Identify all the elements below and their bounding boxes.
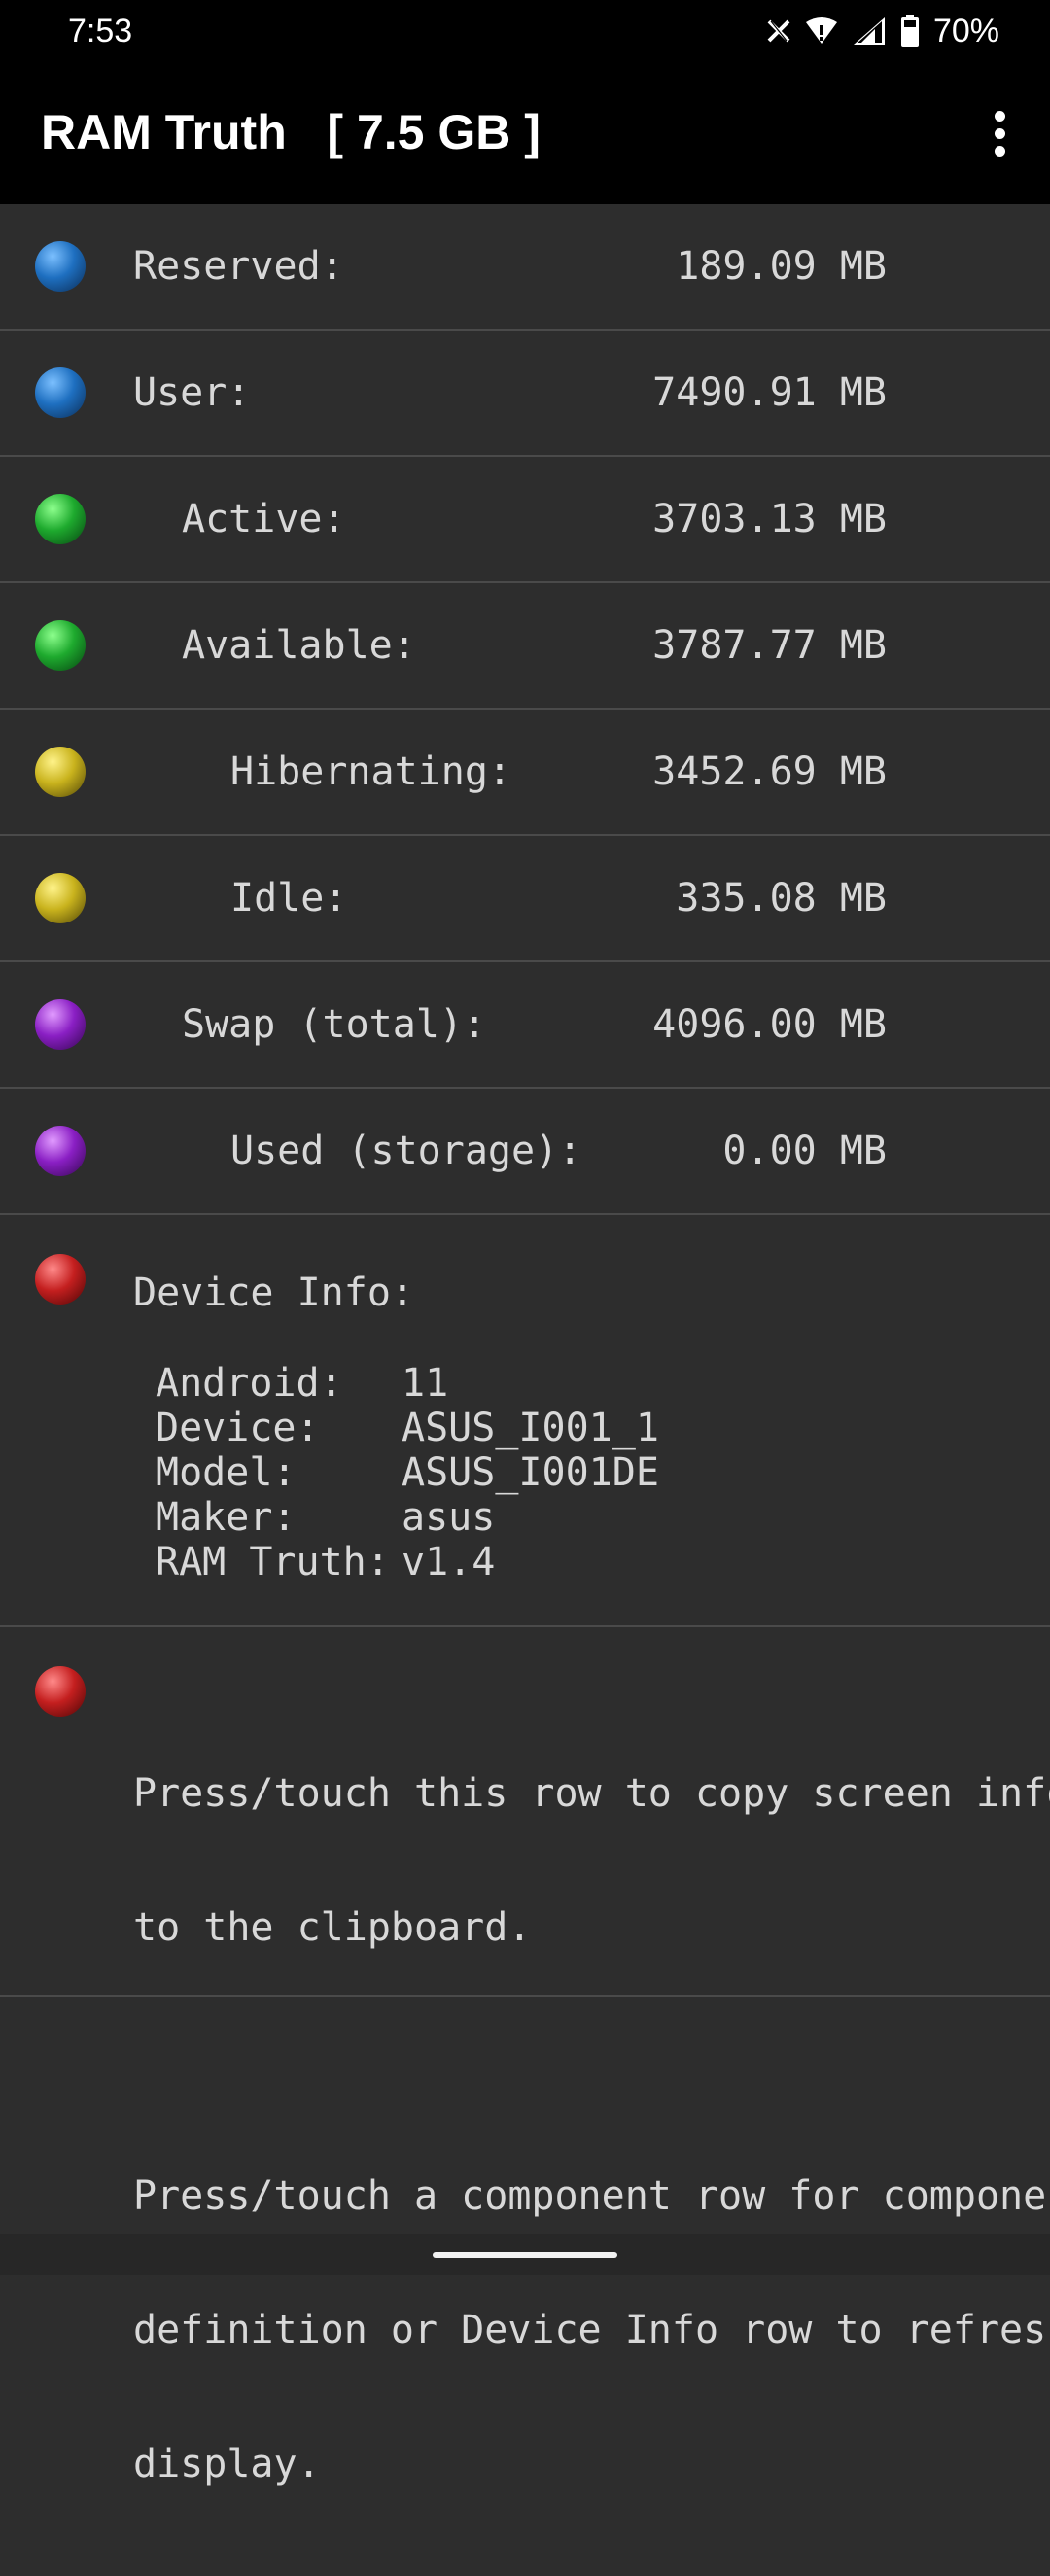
device-info-row[interactable]: Device Info: Android: 11 Device: ASUS_I001… [0, 1215, 1050, 1627]
red-ball-icon [35, 1666, 86, 1717]
green-ball-icon [35, 494, 86, 544]
device-info-value: asus [402, 1495, 496, 1540]
help-row[interactable]: Press/touch this row to copy screen info… [0, 1627, 1050, 2487]
row-user[interactable]: User: 7490.91 MB [0, 331, 1050, 457]
row-value: 3787.77 MB [652, 623, 887, 668]
purple-ball-icon [35, 1126, 86, 1176]
device-info-heading: Device Info: [133, 1271, 414, 1315]
row-label: User: [133, 370, 251, 415]
status-bar: 7:53 70% [0, 0, 1050, 62]
yellow-ball-icon [35, 873, 86, 923]
device-info-line: Device: ASUS_I001_1 [156, 1406, 659, 1450]
more-vert-icon[interactable] [968, 102, 1031, 164]
wifi-icon [805, 17, 837, 44]
help-line: Press/touch this row to copy screen info [133, 1771, 1050, 1816]
device-info-key: Device: [156, 1406, 320, 1450]
help-line: display. [133, 2442, 321, 2487]
navigation-bar [0, 2234, 1050, 2275]
row-value: 189.09 MB [676, 244, 887, 289]
device-info-table: Android: 11 Device: ASUS_I001_1 Model: ASUS… [156, 1361, 659, 1584]
status-icons: 70% [766, 8, 999, 54]
signal-icon [853, 17, 885, 45]
status-time: 7:53 [68, 13, 133, 50]
row-value: 4096.00 MB [652, 1002, 887, 1047]
device-info-key: Maker: [156, 1495, 297, 1540]
device-info-line: Model: ASUS_I001DE [156, 1450, 659, 1495]
row-idle[interactable]: Idle: 335.08 MB [0, 836, 1050, 962]
row-label: Hibernating: [230, 749, 511, 794]
yellow-ball-icon [35, 747, 86, 797]
help-text: Press/touch this row to copy screen info… [133, 1682, 1050, 2576]
row-value: 0.00 MB [722, 1129, 887, 1173]
row-hibernating[interactable]: Hibernating: 3452.69 MB [0, 710, 1050, 836]
row-swap-total[interactable]: Swap (total): 4096.00 MB [0, 962, 1050, 1089]
device-info-key: Android: [156, 1361, 343, 1406]
battery-icon [900, 15, 919, 47]
row-available[interactable]: Available: 3787.77 MB [0, 583, 1050, 710]
row-label: Reserved: [133, 244, 344, 289]
device-info-line: Maker: asus [156, 1495, 659, 1540]
row-label: Swap (total): [182, 1002, 487, 1047]
row-label: Available: [182, 623, 416, 668]
row-active[interactable]: Active: 3703.13 MB [0, 457, 1050, 583]
blue-ball-icon [35, 367, 86, 418]
red-ball-icon [35, 1254, 86, 1305]
row-value: 335.08 MB [676, 876, 887, 921]
help-line: Press/touch a component row for componen… [133, 2174, 1050, 2218]
row-swap-used[interactable]: Used (storage): 0.00 MB [0, 1089, 1050, 1215]
app-bar: RAM Truth [ 7.5 GB ] [0, 62, 1050, 204]
row-label: Idle: [230, 876, 348, 921]
device-info-value: v1.4 [402, 1540, 496, 1584]
device-info-key: RAM Truth: [156, 1540, 390, 1584]
purple-ball-icon [35, 999, 86, 1050]
row-label: Active: [182, 497, 346, 541]
device-info-value: ASUS_I001DE [402, 1450, 659, 1495]
device-info-key: Model: [156, 1450, 297, 1495]
battery-percent: 70% [932, 12, 999, 50]
app-title: RAM Truth [ 7.5 GB ] [41, 105, 541, 159]
row-reserved[interactable]: Reserved: 189.09 MB [0, 204, 1050, 331]
device-info-line: RAM Truth: v1.4 [156, 1540, 659, 1584]
green-ball-icon [35, 620, 86, 671]
device-info-line: Android: 11 [156, 1361, 659, 1406]
home-gesture-handle[interactable] [433, 2252, 617, 2258]
blue-ball-icon [35, 241, 86, 292]
x-icon [767, 19, 790, 43]
help-line [133, 2039, 1050, 2084]
device-info-value: 11 [402, 1361, 449, 1406]
help-line: definition or Device Info row to refresh [133, 2308, 1050, 2352]
device-info-value: ASUS_I001_1 [402, 1406, 659, 1450]
row-value: 3703.13 MB [652, 497, 887, 541]
help-line: to the clipboard. [133, 1905, 532, 1950]
ram-list: Reserved: 189.09 MB User: 7490.91 MB Act… [0, 204, 1050, 2487]
row-label: Used (storage): [230, 1129, 582, 1173]
row-value: 3452.69 MB [652, 749, 887, 794]
row-value: 7490.91 MB [652, 370, 887, 415]
